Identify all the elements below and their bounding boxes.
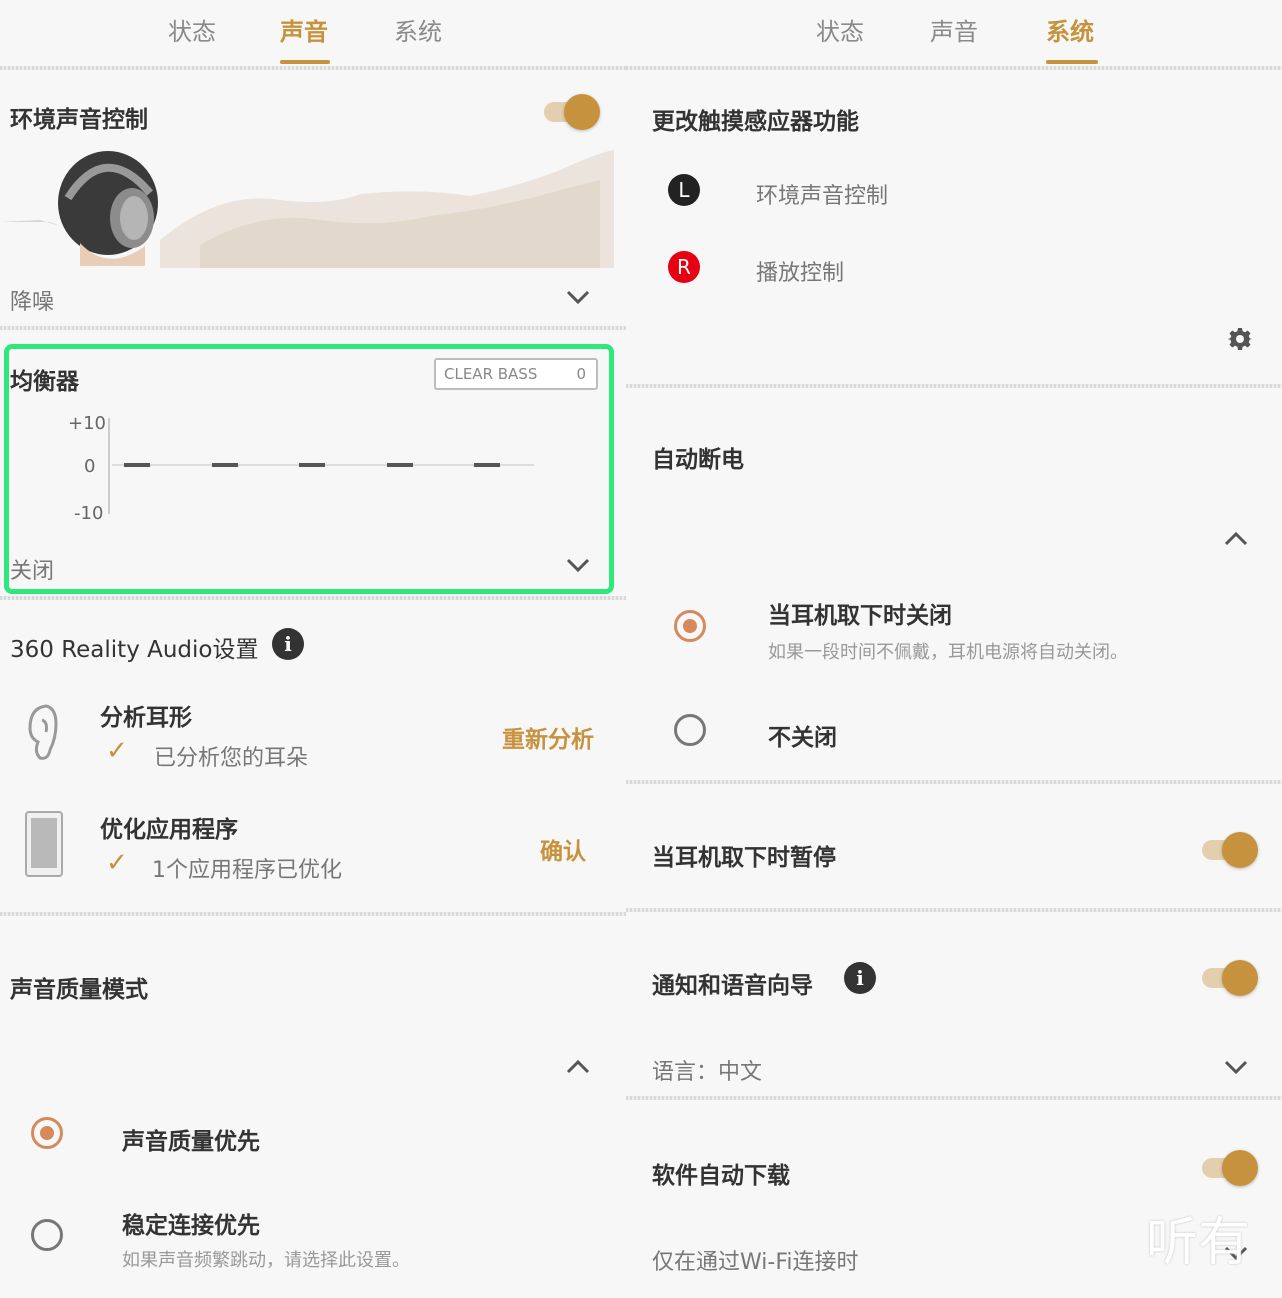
- analyze-ear-status: 已分析您的耳朵: [154, 746, 309, 771]
- auto-download-desc: 仅在通过Wi-Fi连接时: [652, 1250, 859, 1275]
- off-when-removed-desc: 如果一段时间不佩戴，耳机电源将自动关闭。: [768, 642, 1128, 663]
- info-icon[interactable]: i: [844, 962, 876, 994]
- divider: [626, 908, 1282, 912]
- watermark: 听有: [1146, 1213, 1251, 1273]
- eq-band-handle[interactable]: [474, 463, 500, 467]
- clear-bass-label: CLEAR BASS: [444, 365, 538, 383]
- left-panel: 状态 声音 系统 环境声音控制 降噪 均衡器 CLEAR BASS 0 +10 …: [0, 0, 626, 1298]
- chevron-down-icon[interactable]: [565, 284, 591, 310]
- divider: [0, 66, 626, 70]
- gear-icon[interactable]: [1228, 327, 1252, 351]
- ambient-sound-title: 环境声音控制: [10, 107, 148, 133]
- clear-bass-value: 0: [576, 365, 586, 383]
- radio-off-when-removed[interactable]: [674, 610, 706, 642]
- optimize-apps-title: 优化应用程序: [100, 817, 238, 843]
- voice-guide-toggle[interactable]: [1202, 960, 1258, 996]
- optimize-apps-status: 1个应用程序已优化: [152, 858, 342, 883]
- ambient-sound-toggle[interactable]: [544, 94, 600, 130]
- ambient-mode-label: 降噪: [10, 290, 55, 315]
- divider: [0, 326, 626, 330]
- right-earbud-badge: R: [668, 251, 700, 283]
- eq-axis-top: +10: [68, 413, 106, 434]
- left-earbud-badge: L: [668, 174, 700, 206]
- radio-connection-priority[interactable]: [31, 1219, 63, 1251]
- eq-y-axis: [108, 418, 110, 514]
- ear-icon: [28, 704, 58, 760]
- sound-quality-title: 声音质量模式: [10, 977, 148, 1003]
- chevron-up-icon[interactable]: [1223, 526, 1249, 552]
- radio-do-not-turn-off[interactable]: [674, 714, 706, 746]
- pause-when-removed-toggle[interactable]: [1202, 832, 1258, 868]
- tab-status[interactable]: 状态: [816, 12, 864, 47]
- off-when-removed-label: 当耳机取下时关闭: [768, 603, 952, 629]
- equalizer-preset-label: 关闭: [10, 559, 55, 584]
- connection-priority-desc: 如果声音频繁跳动，请选择此设置。: [122, 1250, 410, 1271]
- touch-sensor-title: 更改触摸感应器功能: [652, 109, 859, 135]
- confirm-button[interactable]: 确认: [540, 832, 586, 866]
- divider: [626, 66, 1282, 70]
- do-not-turn-off-label: 不关闭: [768, 725, 837, 751]
- tab-active-indicator: [1046, 60, 1098, 64]
- language-label[interactable]: 语言：中文: [652, 1054, 762, 1086]
- auto-download-toggle[interactable]: [1202, 1150, 1258, 1186]
- right-panel: 状态 声音 系统 更改触摸感应器功能 L 环境声音控制 R 播放控制 自动断电 …: [626, 0, 1282, 1298]
- tab-sound[interactable]: 声音: [280, 12, 328, 47]
- quality-priority-label: 声音质量优先: [122, 1129, 260, 1155]
- eq-axis-mid: 0: [84, 456, 96, 477]
- radio-quality-priority[interactable]: [31, 1117, 63, 1149]
- equalizer-title: 均衡器: [10, 369, 79, 395]
- tab-system[interactable]: 系统: [1046, 12, 1094, 47]
- clear-bass-badge[interactable]: CLEAR BASS 0: [434, 358, 598, 390]
- divider: [626, 384, 1282, 388]
- info-icon[interactable]: i: [272, 628, 304, 660]
- eq-band-handle[interactable]: [124, 463, 150, 467]
- check-icon: ✓: [106, 848, 128, 878]
- tab-sound[interactable]: 声音: [930, 12, 978, 47]
- chevron-down-icon[interactable]: [1223, 1054, 1249, 1080]
- divider: [626, 1096, 1282, 1100]
- reanalyze-button[interactable]: 重新分析: [502, 720, 594, 754]
- tab-system[interactable]: 系统: [394, 12, 442, 47]
- chevron-up-icon[interactable]: [565, 1054, 591, 1080]
- left-earbud-function: 环境声音控制: [756, 184, 889, 209]
- eq-band-handle[interactable]: [299, 463, 325, 467]
- connection-priority-label: 稳定连接优先: [122, 1213, 260, 1239]
- voice-guide-title: 通知和语音向导: [652, 973, 813, 999]
- divider: [626, 780, 1282, 784]
- check-icon: ✓: [106, 736, 128, 766]
- eq-band-handle[interactable]: [211, 463, 238, 467]
- divider: [0, 912, 626, 916]
- eq-band-handle[interactable]: [386, 463, 413, 467]
- tab-active-indicator: [280, 60, 330, 64]
- reality-audio-title: 360 Reality Audio设置: [10, 637, 259, 663]
- right-earbud-function: 播放控制: [756, 261, 845, 286]
- tab-status[interactable]: 状态: [168, 12, 216, 47]
- divider: [0, 596, 626, 600]
- phone-icon: [25, 811, 63, 877]
- eq-axis-bottom: -10: [74, 503, 104, 524]
- chevron-down-icon[interactable]: [565, 552, 591, 578]
- ambient-sound-wave-illustration: [0, 150, 614, 268]
- auto-download-title: 软件自动下载: [652, 1163, 790, 1189]
- analyze-ear-title: 分析耳形: [100, 705, 192, 731]
- auto-power-off-title: 自动断电: [652, 447, 744, 473]
- pause-when-removed-title: 当耳机取下时暂停: [652, 845, 836, 871]
